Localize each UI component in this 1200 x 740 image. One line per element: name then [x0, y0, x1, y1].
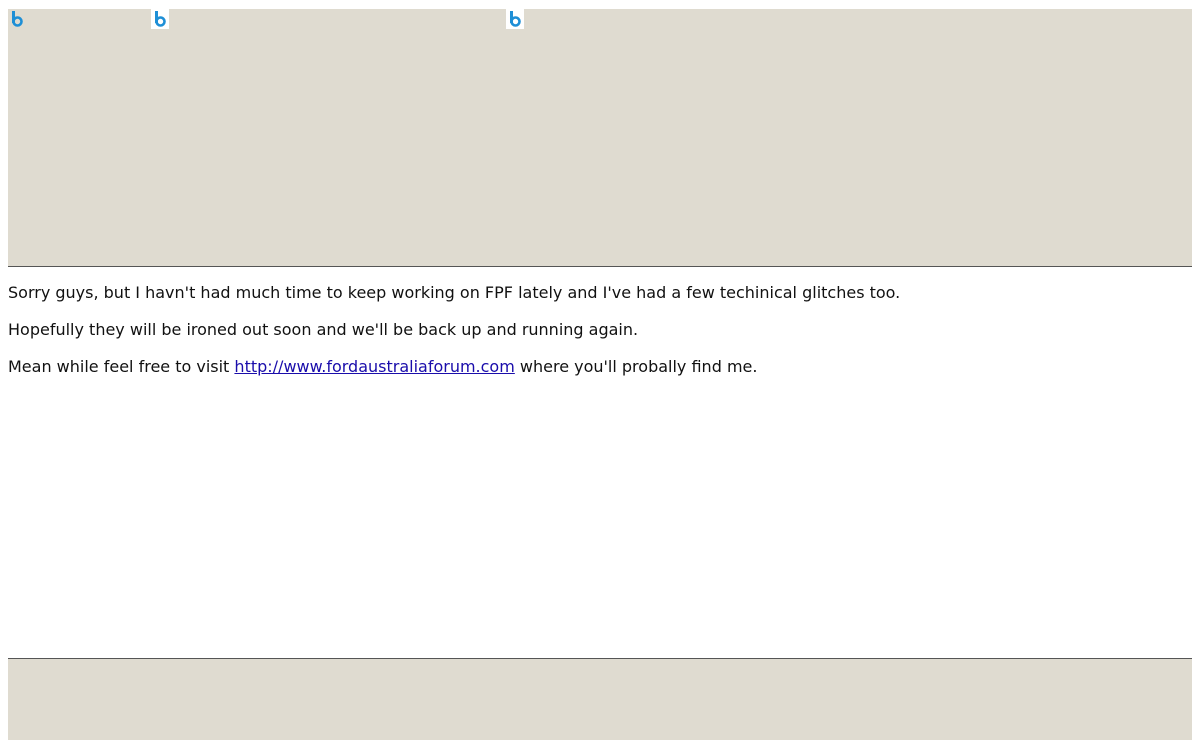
footer-banner: [8, 658, 1192, 740]
main-content: Sorry guys, but I havn't had much time t…: [8, 283, 1192, 394]
message-line-3-suffix: where you'll probally find me.: [514, 357, 758, 376]
header-banner: [8, 9, 1192, 267]
broken-image-icon: [151, 9, 169, 29]
message-line-1: Sorry guys, but I havn't had much time t…: [8, 283, 901, 302]
message-line-3-prefix: Mean while feel free to visit: [8, 357, 235, 376]
message-line-3: Mean while feel free to visit http://www…: [8, 357, 1192, 377]
forum-link[interactable]: http://www.fordaustraliaforum.com: [234, 357, 514, 376]
broken-image-icon: [8, 9, 26, 29]
broken-image-icon: [506, 9, 524, 29]
message-line-2: Hopefully they will be ironed out soon a…: [8, 320, 639, 339]
